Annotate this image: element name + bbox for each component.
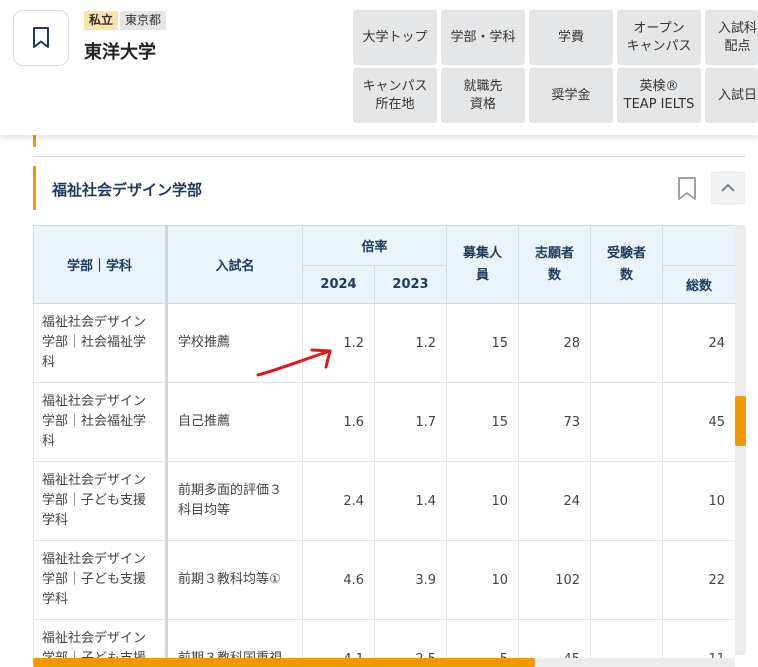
header-blank: [662, 225, 735, 266]
nav-scholarship[interactable]: 奨学金: [529, 68, 613, 123]
nav-open-campus[interactable]: オープン キャンパス: [617, 10, 701, 65]
table-row: 福祉社会デザイン学部｜社会福祉学科 学校推薦 1.2 1.2 15 28 24: [33, 303, 735, 383]
examinees-cell: [590, 382, 664, 462]
university-tags: 私立 東京都: [84, 11, 167, 30]
bookmark-icon: [33, 27, 49, 48]
horizontal-scroll-thumb[interactable]: [33, 658, 535, 667]
collapse-button[interactable]: [711, 171, 745, 205]
dept-cell: 福祉社会デザイン学部｜社会福祉学科: [33, 303, 168, 383]
ratio-2024-cell: 1.6: [302, 382, 375, 462]
bookmark-button[interactable]: [13, 10, 69, 66]
applicants-cell: 102: [518, 540, 592, 620]
recruit-cell: 15: [446, 382, 520, 462]
applicants-cell: 73: [518, 382, 592, 462]
table-row: 福祉社会デザイン学部｜社会福祉学科 自己推薦 1.6 1.7 15 73 45: [33, 382, 735, 462]
handwritten-arrow-annotation: [256, 348, 332, 377]
divider: [33, 156, 745, 157]
table-row: 福祉社会デザイン学部｜子ども支援学科 前期多面的評価３科目均等 2.4 1.4 …: [33, 461, 735, 541]
total-cell: 22: [662, 540, 735, 620]
section-bookmark-icon[interactable]: [676, 176, 698, 202]
dept-cell: 福祉社会デザイン学部｜子ども支援学科: [33, 540, 168, 620]
university-name: 東洋大学: [84, 42, 156, 63]
type-badge: 私立: [84, 11, 119, 30]
region-badge: 東京都: [120, 11, 167, 30]
nav-tuition[interactable]: 学費: [529, 10, 613, 65]
ratio-2023-cell: 1.7: [373, 382, 448, 462]
header-year-2023: 2023: [373, 265, 448, 304]
vertical-scroll-thumb[interactable]: [735, 396, 746, 446]
dept-cell: 福祉社会デザイン学部｜子ども支援学科: [33, 461, 168, 541]
section-marker: [33, 135, 36, 147]
nav-university-top[interactable]: 大学トップ: [353, 10, 437, 65]
total-cell: 24: [662, 303, 735, 383]
site-header: 私立 東京都 東洋大学 大学トップ 学部・学科 学費 オープン キャンパス 入試…: [0, 0, 758, 135]
applicants-cell: 24: [518, 461, 592, 541]
exam-cell: 自己推薦: [166, 382, 303, 462]
exam-cell: 前期３教科均等①: [166, 540, 303, 620]
nav-faculties[interactable]: 学部・学科: [441, 10, 525, 65]
recruit-cell: 10: [446, 540, 520, 620]
header-ratio: 倍率: [301, 225, 448, 266]
table-row: 福祉社会デザイン学部｜子ども支援学科 前期３教科均等① 4.6 3.9 10 1…: [33, 540, 735, 620]
exam-cell: 前期多面的評価３科目均等: [166, 461, 303, 541]
exam-table-container: 学部｜学科 入試名 倍率 募集人 員 志願者 数 受験者 数 2024 2023…: [33, 225, 735, 667]
ratio-2024-cell: 4.6: [302, 540, 375, 620]
header-recruit: 募集人 員: [446, 225, 520, 304]
section-title: 福祉社会デザイン学部: [52, 181, 203, 199]
examinees-cell: [590, 461, 664, 541]
recruit-cell: 15: [446, 303, 520, 383]
nav-campus-location[interactable]: キャンパス 所在地: [353, 68, 437, 123]
examinees-cell: [590, 303, 664, 383]
total-cell: 45: [662, 382, 735, 462]
chevron-up-icon: [721, 183, 735, 192]
ratio-2023-cell: 1.2: [373, 303, 448, 383]
ratio-2023-cell: 1.4: [373, 461, 448, 541]
nav-exam-subjects[interactable]: 入試科 配点: [705, 10, 758, 65]
nav-exam-dates[interactable]: 入試日: [705, 68, 758, 123]
nav-english-tests[interactable]: 英検® TEAP IELTS: [617, 68, 701, 123]
header-total: 総数: [662, 265, 735, 304]
exam-table: 学部｜学科 入試名 倍率 募集人 員 志願者 数 受験者 数 2024 2023…: [33, 225, 735, 667]
total-cell: 10: [662, 461, 735, 541]
recruit-cell: 10: [446, 461, 520, 541]
header-examinees: 受験者 数: [590, 225, 664, 304]
ratio-2024-cell: 2.4: [302, 461, 375, 541]
header-exam: 入試名: [166, 225, 303, 304]
examinees-cell: [590, 540, 664, 620]
header-applicants: 志願者 数: [518, 225, 592, 304]
ratio-2023-cell: 3.9: [373, 540, 448, 620]
header-dept: 学部｜学科: [33, 225, 168, 304]
header-year-2024: 2024: [302, 265, 375, 304]
dept-cell: 福祉社会デザイン学部｜社会福祉学科: [33, 382, 168, 462]
nav-careers[interactable]: 就職先 資格: [441, 68, 525, 123]
applicants-cell: 28: [518, 303, 592, 383]
section-accent-bar: [33, 166, 36, 210]
